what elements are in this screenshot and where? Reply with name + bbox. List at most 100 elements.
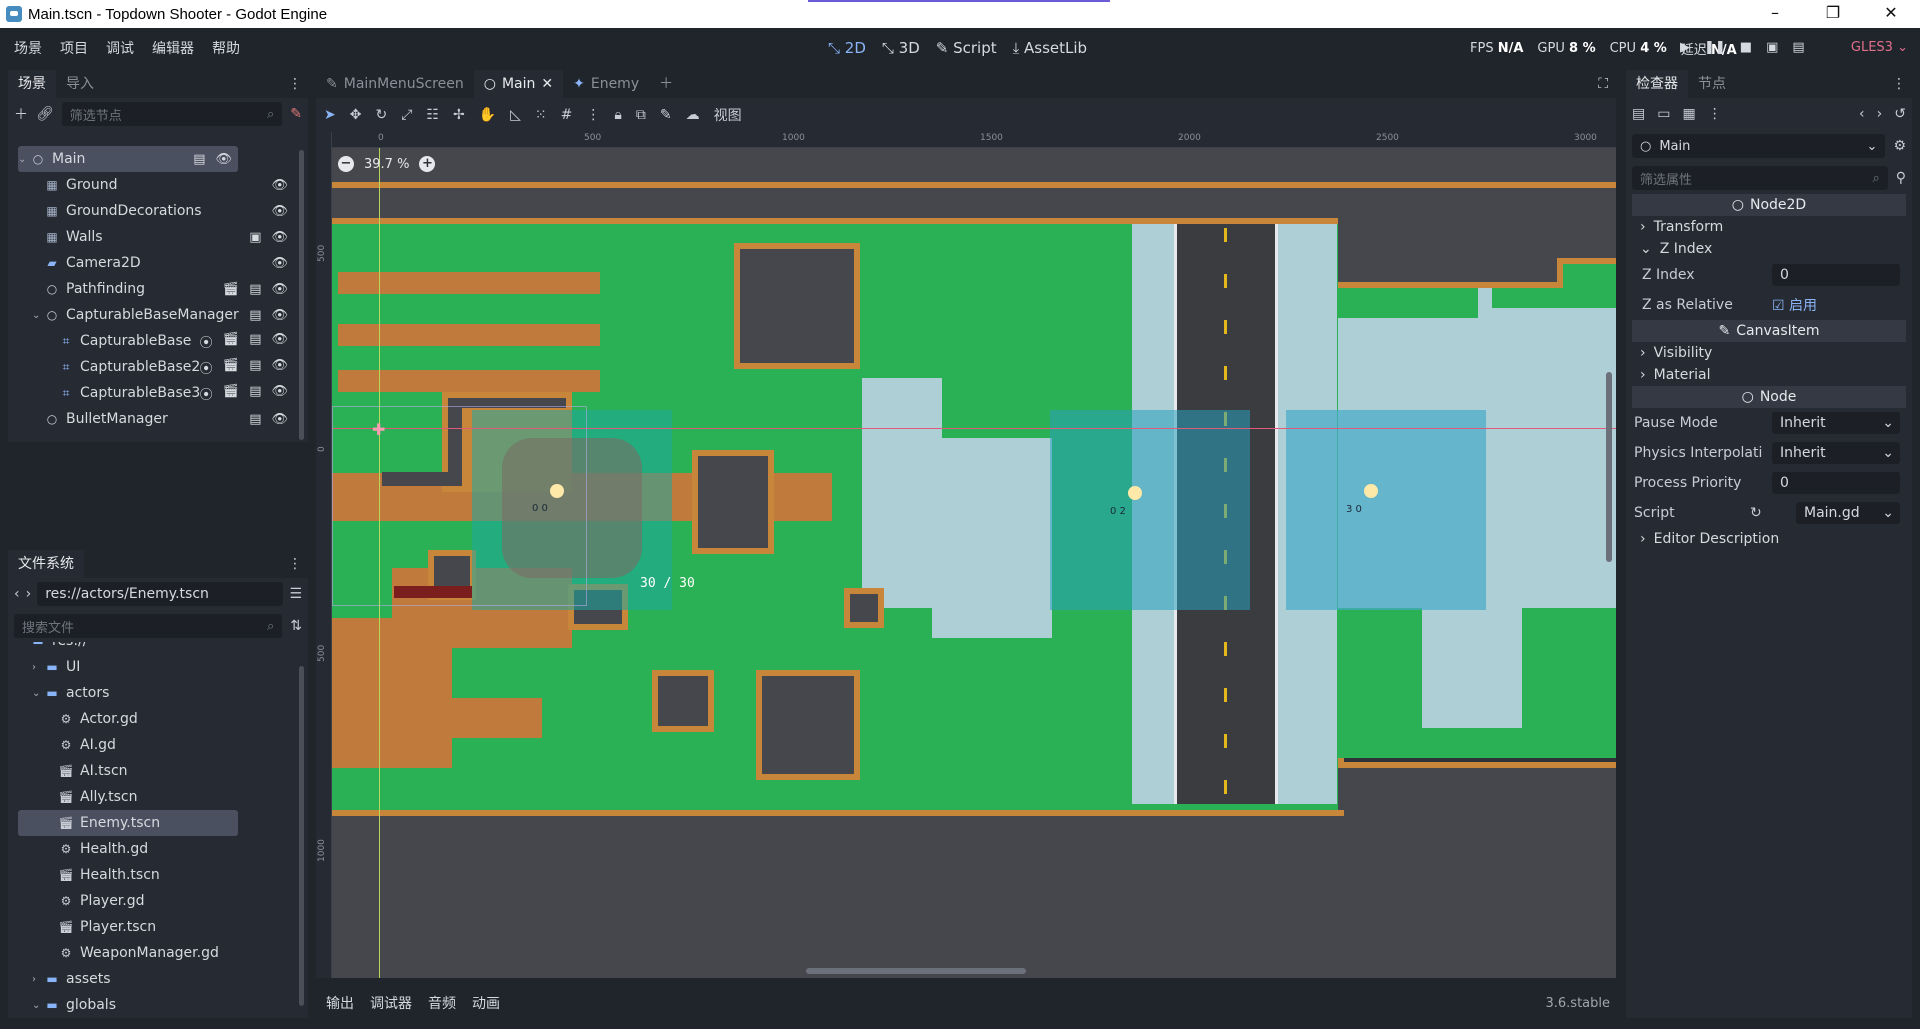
tab-import[interactable]: 导入 xyxy=(56,70,104,98)
zoom-in-button[interactable]: + xyxy=(419,156,436,172)
play-icon[interactable]: ▶ xyxy=(1680,40,1690,55)
expand-arrow-icon[interactable]: ⌄ xyxy=(32,688,44,699)
object-selector[interactable]: ○ Main ⌄ xyxy=(1632,134,1886,158)
dock-menu-icon[interactable]: ⋮ xyxy=(288,70,302,98)
instance-icon[interactable]: 🎬︎ xyxy=(223,384,240,403)
file-item[interactable]: ⌄ ▬ globals xyxy=(18,992,294,1012)
file-item[interactable]: 🎬︎ Health.tscn xyxy=(18,862,294,888)
scene-node-main[interactable]: ⌄ ○ Main ▤ 👁︎ xyxy=(18,146,238,172)
scene-node-ground[interactable]: ▦ Ground 👁︎ xyxy=(18,172,294,198)
signal-icon[interactable]: ⦿ xyxy=(200,384,213,403)
inspector-menu-icon[interactable]: ⋮ xyxy=(1892,70,1906,98)
select-tool-icon[interactable]: ➤ xyxy=(324,107,336,123)
pivot-tool-icon[interactable]: ✢ xyxy=(453,107,465,123)
physics-interp-select[interactable]: Inherit ⌄ xyxy=(1772,442,1900,464)
tab-main[interactable]: ○ Main ✕ xyxy=(473,70,564,98)
play-custom-icon[interactable]: ▤ xyxy=(1792,40,1804,55)
view-menu[interactable]: 视图 xyxy=(714,105,742,125)
scene-tree-scrollbar[interactable] xyxy=(299,150,304,440)
tab-node[interactable]: 节点 xyxy=(1688,70,1736,98)
ruler-tool-icon[interactable]: ◺ xyxy=(510,107,521,123)
bone-icon[interactable]: ✎ xyxy=(660,107,672,123)
minimize-button[interactable]: – xyxy=(1746,0,1804,28)
object-tools-icon[interactable]: ⚙ xyxy=(1893,138,1906,154)
scene-node-camera2d[interactable]: ▰ Camera2D 👁︎ xyxy=(18,250,294,276)
file-item[interactable]: 🎬︎ AI.tscn xyxy=(18,758,294,784)
move-tool-icon[interactable]: ✥ xyxy=(350,107,362,123)
scene-node-grounddecorations[interactable]: ▦ GroundDecorations 👁︎ xyxy=(18,198,294,224)
script-icon[interactable]: ▤ xyxy=(249,358,261,377)
collapse-arrow-icon[interactable]: ⌄ xyxy=(18,154,30,165)
scene-node-allymapai[interactable]: ○AllyMapAI🎬︎▤👁︎ xyxy=(18,432,294,436)
tab-audio[interactable]: 音频 xyxy=(428,993,456,1013)
menu-help[interactable]: 帮助 xyxy=(212,38,240,58)
tab-scene[interactable]: 场景 xyxy=(8,70,56,98)
scale-tool-icon[interactable]: ⤢ xyxy=(401,107,412,123)
scene-node-capturablebasemanager[interactable]: ⌄ ○ CapturableBaseManager ▤ 👁︎ xyxy=(18,302,294,328)
scene-node-walls[interactable]: ▦ Walls ▣ 👁︎ xyxy=(18,224,294,250)
category-editor-description[interactable]: › Editor Description xyxy=(1632,528,1906,550)
open-folder-icon[interactable]: ▭ xyxy=(1657,106,1670,122)
tab-debugger[interactable]: 调试器 xyxy=(370,993,412,1013)
script-icon[interactable]: ▤ xyxy=(249,412,261,427)
mode-assetlib-button[interactable]: ⤓ AssetLib xyxy=(1013,39,1087,57)
signal-icon[interactable]: ⦿ xyxy=(200,332,213,351)
visibility-eye-icon[interactable]: 👁︎ xyxy=(271,332,288,351)
fs-menu-icon[interactable]: ⋮ xyxy=(288,550,302,578)
viewport-scrollbar-v[interactable] xyxy=(1606,372,1612,562)
mode-3d-button[interactable]: ⤡ 3D xyxy=(882,39,920,57)
tilemap-world[interactable]: 0 0 0 2 3 0 30 / 30 ✚ xyxy=(332,148,1616,978)
file-item[interactable]: › ▬ assets xyxy=(18,966,294,992)
category-zindex[interactable]: ⌄ Z Index xyxy=(1632,238,1906,260)
mode-script-button[interactable]: ✎ Script xyxy=(936,39,997,57)
scene-node-bulletmanager[interactable]: ○ BulletManager ▤ 👁︎ xyxy=(18,406,294,432)
file-search-input[interactable]: 搜索文件 ⌕ xyxy=(14,614,283,638)
lock-icon[interactable]: 🔒︎ xyxy=(614,107,621,123)
list-select-icon[interactable]: ☷ xyxy=(426,107,439,123)
category-transform[interactable]: › Transform xyxy=(1632,216,1906,238)
rotate-tool-icon[interactable]: ↻ xyxy=(375,107,387,123)
attach-script-icon[interactable]: ✎ xyxy=(290,106,302,122)
visibility-eye-icon[interactable]: 👁︎ xyxy=(215,152,232,167)
close-window-button[interactable]: ✕ xyxy=(1862,0,1920,28)
save-icon[interactable]: ▦ xyxy=(1682,106,1695,122)
category-material[interactable]: › Material xyxy=(1632,364,1906,386)
category-visibility[interactable]: › Visibility xyxy=(1632,342,1906,364)
close-tab-icon[interactable]: ✕ xyxy=(541,70,553,98)
sort-icon[interactable]: ⇅ xyxy=(290,618,302,634)
cloud-icon[interactable]: ☁ xyxy=(686,107,700,123)
stop-icon[interactable]: ■ xyxy=(1740,40,1752,55)
file-item[interactable]: ⚙ AI.gd xyxy=(18,732,294,758)
scene-node-capturablebase[interactable]: ⌗ CapturableBase ⦿ 🎬︎ ▤ 👁︎ xyxy=(18,328,294,354)
fullscreen-icon[interactable]: ⛶ xyxy=(1598,70,1608,98)
menu-scene[interactable]: 场景 xyxy=(14,38,42,58)
renderer-select[interactable]: GLES3 ⌄ xyxy=(1851,28,1908,68)
group-icon[interactable]: ▣ xyxy=(249,230,261,245)
script-icon[interactable]: ▤ xyxy=(249,332,261,351)
visibility-eye-icon[interactable]: 👁︎ xyxy=(271,256,288,271)
collapse-arrow-icon[interactable]: ⌄ xyxy=(32,310,44,321)
pause-icon[interactable]: ❚❚ xyxy=(1704,40,1726,55)
grid-snap-icon[interactable]: # xyxy=(561,107,573,123)
menu-editor[interactable]: 编辑器 xyxy=(152,38,194,58)
more-icon[interactable]: ⋮ xyxy=(1708,106,1722,122)
scene-node-capturablebase2[interactable]: ⌗ CapturableBase2 ⦿ 🎬︎ ▤ 👁︎ xyxy=(18,354,294,380)
history-back-icon[interactable]: ‹ xyxy=(1859,106,1865,122)
zoom-level[interactable]: 39.7 % xyxy=(364,157,409,172)
pause-mode-select[interactable]: Inherit ⌄ xyxy=(1772,412,1900,434)
script-icon[interactable]: ▤ xyxy=(249,282,261,297)
file-item[interactable]: 🎬︎ Ally.tscn xyxy=(18,784,294,810)
visibility-eye-icon[interactable]: 👁︎ xyxy=(271,412,288,427)
instance-icon[interactable]: 🎬︎ xyxy=(223,358,240,377)
group-icon[interactable]: ⧉ xyxy=(636,107,646,123)
snap-options-icon[interactable]: ⋮ xyxy=(586,107,600,123)
split-view-icon[interactable]: ☰ xyxy=(289,586,302,602)
file-item[interactable]: ⚙ Health.gd xyxy=(18,836,294,862)
visibility-eye-icon[interactable]: 👁︎ xyxy=(271,204,288,219)
create-resource-icon[interactable]: ▤ xyxy=(1632,106,1645,122)
tab-animation[interactable]: 动画 xyxy=(472,993,500,1013)
file-item[interactable]: ⚙ Actor.gd xyxy=(18,706,294,732)
file-item[interactable]: ⚙ Player.gd xyxy=(18,888,294,914)
file-item[interactable]: › ▬ UI xyxy=(18,654,294,680)
filter-options-icon[interactable]: ⚲ xyxy=(1896,170,1906,186)
